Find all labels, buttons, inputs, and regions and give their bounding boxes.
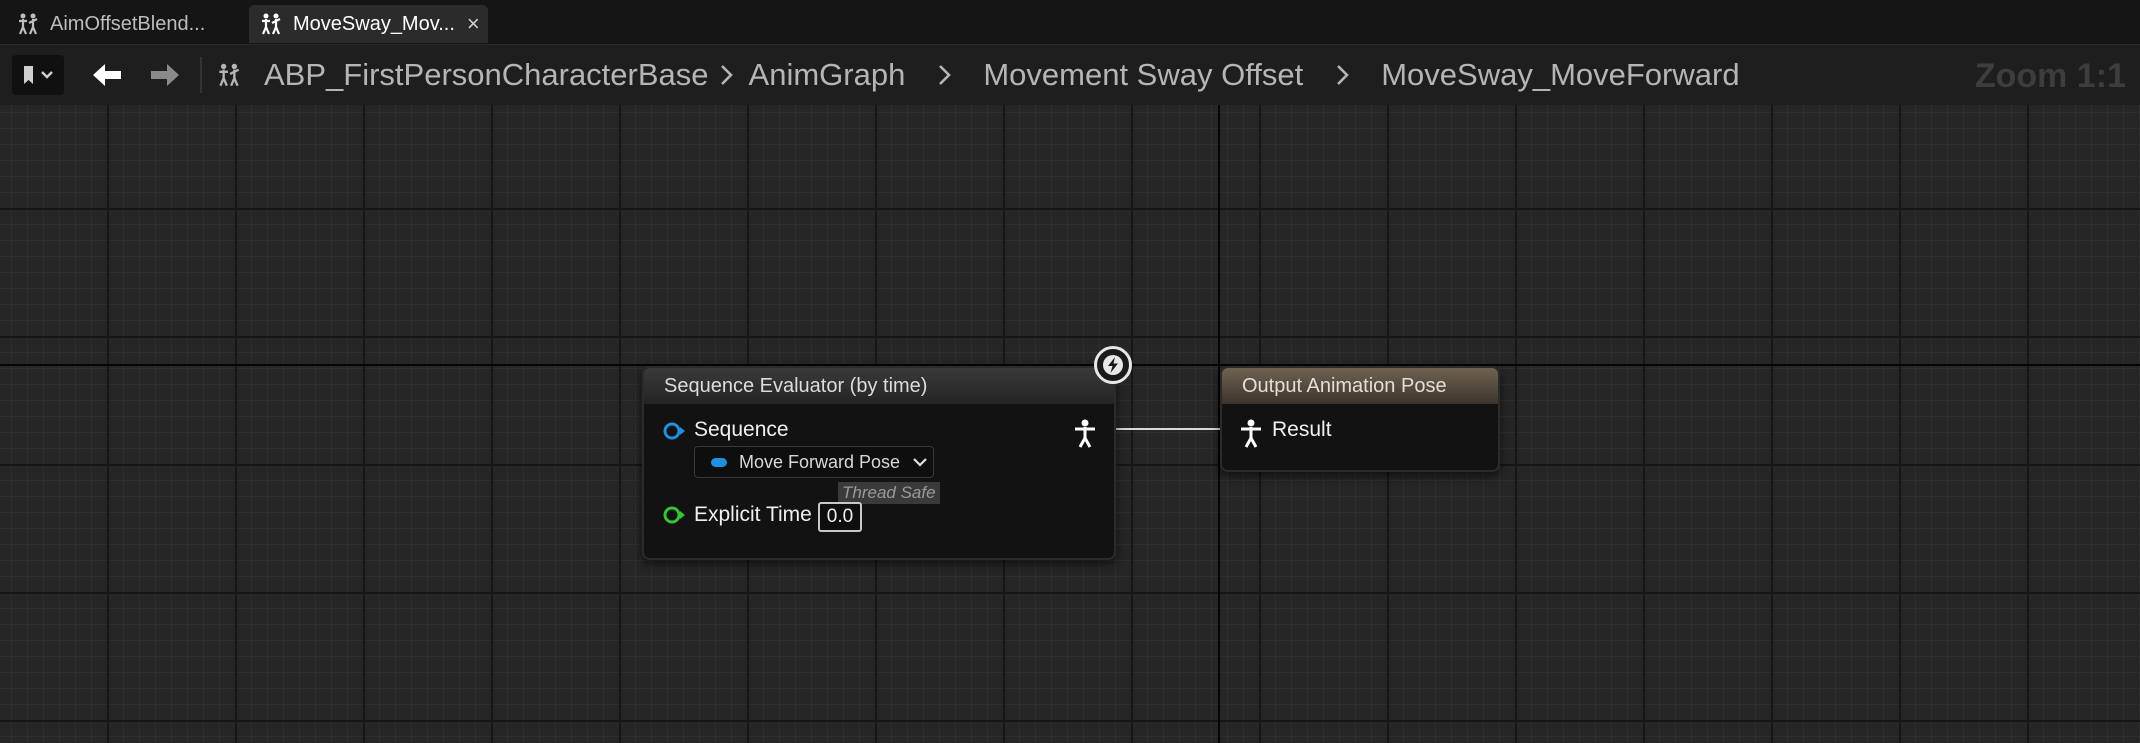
fast-path-lightning-icon: [1094, 346, 1132, 384]
arrow-right-icon: [151, 64, 179, 86]
node-title: Sequence Evaluator (by time): [644, 368, 1114, 404]
breadcrumb-item-blueprint[interactable]: ABP_FirstPersonCharacterBase: [264, 57, 709, 93]
navigate-back-button[interactable]: [82, 55, 132, 95]
pose-wire[interactable]: [1116, 428, 1224, 430]
explicit-time-input[interactable]: 0.0: [818, 502, 862, 532]
chevron-right-icon: [720, 65, 733, 85]
tab-aim-offset-blend[interactable]: AimOffsetBlend...: [8, 5, 240, 43]
sequence-evaluator-node[interactable]: Sequence Evaluator (by time) Sequence Mo…: [642, 366, 1116, 560]
pose-input-pin-icon[interactable]: [1238, 418, 1264, 448]
arrow-left-icon: [93, 64, 121, 86]
chevron-right-icon: [939, 65, 952, 85]
anim-sequence-icon: [711, 457, 727, 467]
thread-safe-badge: Thread Safe: [838, 482, 940, 504]
result-label: Result: [1272, 418, 1332, 441]
sequence-label: Sequence: [694, 418, 789, 441]
chevron-right-icon: [1337, 65, 1350, 85]
sequence-input-pin-icon[interactable]: [662, 420, 686, 442]
sequence-asset-value: Move Forward Pose: [739, 451, 901, 472]
bookmark-icon: [24, 66, 53, 84]
node-title: Output Animation Pose: [1222, 368, 1498, 404]
tab-movesway[interactable]: MoveSway_Mov... ×: [249, 5, 488, 43]
zoom-level-label: Zoom 1:1: [1974, 57, 2126, 95]
sequence-asset-dropdown[interactable]: Move Forward Pose: [694, 446, 934, 478]
output-animation-pose-node[interactable]: Output Animation Pose Result: [1220, 366, 1500, 472]
explicit-time-label: Explicit Time: [694, 503, 812, 526]
breadcrumb: ABP_FirstPersonCharacterBase AnimGraph M…: [214, 45, 1740, 105]
anim-blueprint-icon: [18, 13, 38, 35]
graph-toolbar: ABP_FirstPersonCharacterBase AnimGraph M…: [0, 44, 2140, 105]
pose-output-pin-icon[interactable]: [1072, 418, 1098, 448]
toolbar-divider: [200, 57, 202, 93]
close-tab-icon[interactable]: ×: [467, 11, 480, 37]
breadcrumb-item-movement-sway-offset[interactable]: Movement Sway Offset: [983, 57, 1303, 93]
breadcrumb-item-movesway-moveforward[interactable]: MoveSway_MoveForward: [1381, 57, 1739, 93]
tab-label: AimOffsetBlend...: [50, 12, 206, 35]
bookmark-menu-button[interactable]: [12, 55, 64, 95]
chevron-down-icon: [913, 458, 927, 467]
explicit-time-input-pin-icon[interactable]: [662, 504, 686, 526]
navigate-forward-button[interactable]: [140, 55, 190, 95]
tab-label: MoveSway_Mov...: [293, 12, 455, 35]
breadcrumb-item-animgraph[interactable]: AnimGraph: [749, 57, 906, 93]
lightning-bolt-icon: [1103, 355, 1123, 375]
anim-blueprint-icon: [219, 63, 240, 87]
tab-bar: AimOffsetBlend... MoveSway_Mov... ×: [0, 0, 2140, 44]
anim-blueprint-icon: [261, 13, 281, 35]
